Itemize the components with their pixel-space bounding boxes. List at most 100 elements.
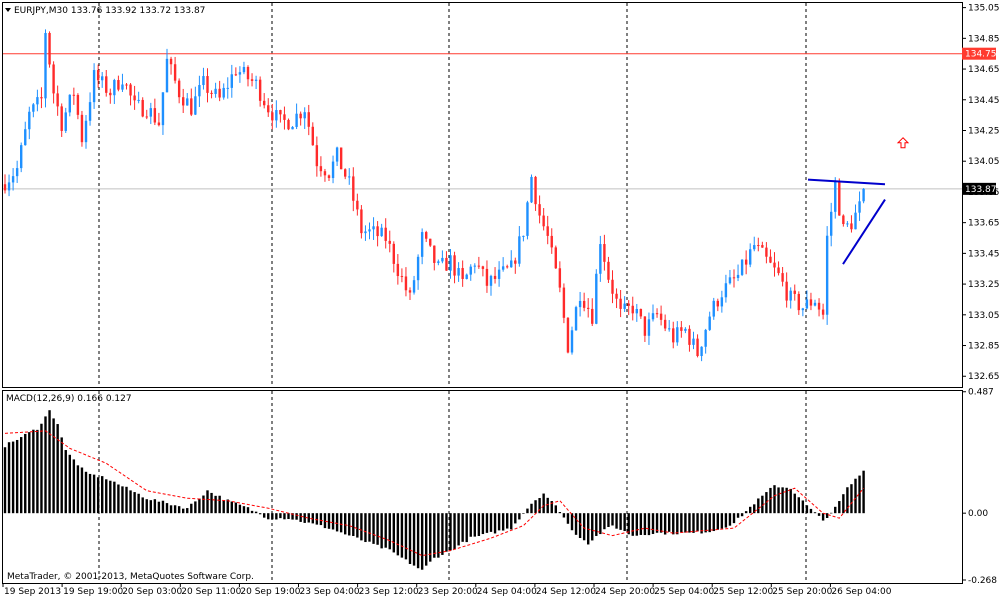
candle-body	[481, 266, 485, 269]
candle	[862, 188, 865, 204]
candle-body	[441, 257, 444, 262]
macd-bar	[477, 513, 481, 536]
macd-bar	[339, 513, 343, 533]
candle-body	[668, 328, 671, 330]
candle-body	[48, 33, 51, 65]
candle-body	[238, 72, 242, 75]
candle	[327, 174, 331, 181]
time-tick-label: 25 Sep 12:00	[713, 587, 773, 597]
macd-bar	[736, 513, 740, 518]
candle-body	[684, 328, 687, 331]
candle-body	[854, 212, 857, 230]
candle	[825, 226, 829, 325]
candle-body	[420, 232, 424, 257]
candle	[761, 241, 764, 248]
macd-bar	[582, 513, 586, 541]
candle	[720, 290, 724, 313]
candle-body	[258, 79, 262, 101]
candle-body	[761, 245, 764, 248]
candle	[668, 320, 671, 332]
macd-bar	[744, 511, 748, 514]
candle	[429, 238, 432, 248]
candle-body	[311, 126, 314, 146]
macd-bar	[40, 423, 43, 514]
macd-bar	[485, 513, 489, 533]
macd-bar	[364, 513, 367, 543]
triangle-upper-trendline[interactable]	[807, 178, 886, 186]
chart-canvas[interactable]: 135.05 134.85 134.65 134.45 134.25 134.05 133.…	[0, 0, 1000, 600]
candle	[570, 326, 574, 355]
candle	[817, 298, 821, 317]
macd-bar	[809, 508, 813, 514]
macd-bar	[194, 501, 197, 514]
candle-body	[562, 287, 566, 318]
up-arrow-icon[interactable]	[896, 137, 910, 149]
candle	[655, 308, 659, 318]
candle-body	[489, 275, 493, 286]
candle	[56, 85, 59, 116]
candle-body	[327, 175, 331, 179]
macd-bar	[627, 513, 630, 535]
macd-bar	[465, 513, 468, 543]
candle-body	[173, 64, 177, 81]
candle-body	[676, 327, 679, 343]
candle-body	[222, 87, 225, 98]
macd-bar	[412, 513, 416, 566]
macd-bar	[303, 513, 306, 523]
candle	[141, 97, 144, 118]
candle-body	[773, 262, 776, 268]
candle-body	[449, 255, 452, 271]
macd-bar	[283, 513, 286, 520]
candle-body	[400, 276, 404, 278]
candle-body	[129, 84, 132, 96]
candle-body	[279, 110, 282, 115]
candle	[493, 267, 497, 284]
macd-bar	[153, 499, 157, 514]
candle-body	[182, 97, 185, 106]
macd-bar	[611, 513, 614, 526]
candle-body	[538, 204, 541, 216]
macd-bar	[344, 513, 347, 535]
candle-body	[587, 307, 590, 309]
macd-bar	[145, 499, 148, 514]
candle	[591, 298, 594, 327]
candle-body	[785, 281, 788, 301]
macd-bar	[177, 506, 181, 514]
dropdown-triangle-icon[interactable]	[5, 8, 11, 12]
macd-bar	[668, 513, 671, 532]
macd-bar	[732, 513, 736, 524]
macd-bar	[720, 513, 724, 529]
candle	[291, 126, 294, 130]
candle	[364, 225, 367, 241]
candle	[101, 72, 104, 88]
candle	[92, 63, 96, 109]
candle-body	[295, 113, 298, 127]
candle	[84, 115, 88, 149]
candle	[635, 303, 638, 322]
candle-body	[186, 98, 189, 106]
candle-body	[303, 112, 306, 119]
candle	[692, 331, 695, 350]
macd-bar	[48, 410, 51, 514]
candle	[550, 228, 553, 254]
macd-bar	[846, 487, 849, 514]
candle-body	[688, 328, 691, 345]
candle-body	[465, 274, 468, 279]
candle-body	[52, 64, 55, 94]
candle-body	[485, 268, 489, 286]
candle	[52, 61, 55, 104]
candle-body	[11, 176, 15, 183]
candle	[64, 107, 67, 134]
price-tick-label: 133.25	[968, 280, 1000, 290]
candle-body	[396, 263, 400, 277]
candle	[396, 254, 400, 285]
triangle-lower-trendline[interactable]	[842, 199, 886, 265]
candle	[214, 82, 217, 98]
candle	[485, 260, 489, 293]
candle-body	[230, 74, 233, 88]
macd-bar	[76, 465, 80, 514]
candle	[497, 261, 501, 287]
time-tick-label: 19 Sep 2013	[4, 587, 61, 597]
current-price-label: 133.87	[965, 185, 997, 195]
candle-body	[663, 319, 667, 329]
